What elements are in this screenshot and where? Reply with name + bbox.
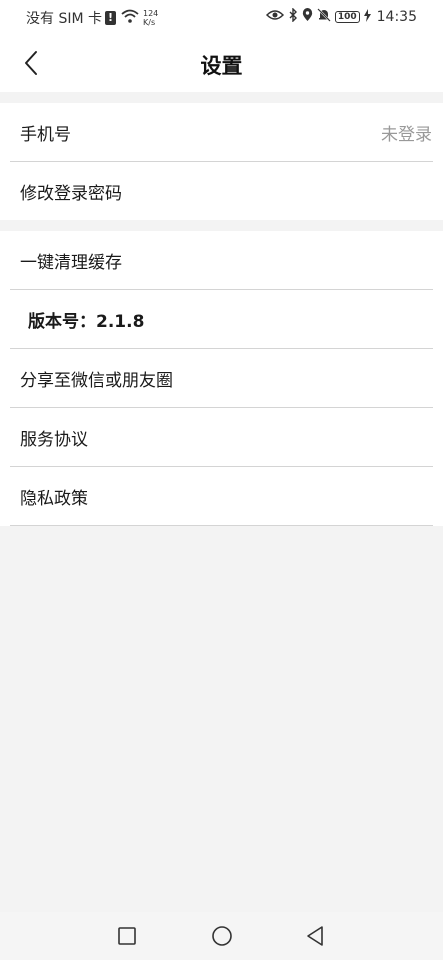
- location-icon: [302, 8, 313, 26]
- misc-group: 一键清理缓存 版本号：2.1.8 分享至微信或朋友圈 服务协议 隐私政策: [0, 231, 443, 526]
- phone-row[interactable]: 手机号 未登录: [10, 103, 433, 161]
- service-agreement-row[interactable]: 服务协议: [10, 408, 433, 466]
- privacy-policy-label: 隐私政策: [20, 488, 88, 509]
- carrier-text: 没有 SIM 卡: [26, 11, 102, 27]
- bluetooth-icon: [288, 7, 298, 26]
- sim-alert-icon: !: [105, 11, 116, 25]
- clear-cache-label: 一键清理缓存: [20, 252, 122, 273]
- service-agreement-label: 服务协议: [20, 429, 88, 450]
- network-speed: 124 K/s: [143, 9, 158, 27]
- triangle-back-icon: [307, 926, 323, 946]
- change-password-label: 修改登录密码: [20, 183, 122, 204]
- privacy-policy-row[interactable]: 隐私政策: [10, 467, 433, 525]
- version-label: 版本号：2.1.8: [28, 311, 145, 332]
- circle-home-icon: [212, 926, 232, 946]
- speed-value: 124: [143, 9, 159, 18]
- system-nav-bar: [0, 912, 443, 960]
- app-header: 设置: [0, 34, 443, 92]
- status-right: 100 14:35: [265, 7, 417, 26]
- eye-icon: [265, 9, 284, 25]
- wifi-icon: [121, 9, 139, 27]
- status-left: 没有 SIM 卡 ! 124 K/s: [26, 8, 158, 28]
- system-back-button[interactable]: [303, 924, 327, 948]
- share-row[interactable]: 分享至微信或朋友圈: [10, 349, 433, 407]
- settings-screen: 没有 SIM 卡 ! 124 K/s 100 14:35 设置 手机号 未登录 …: [0, 0, 443, 960]
- change-password-row[interactable]: 修改登录密码: [10, 162, 433, 220]
- charging-icon: [363, 8, 371, 26]
- phone-label: 手机号: [20, 124, 71, 145]
- recents-button[interactable]: [115, 924, 139, 948]
- share-label: 分享至微信或朋友圈: [20, 370, 173, 391]
- version-row: 版本号：2.1.8: [10, 290, 433, 348]
- mute-bell-icon: [317, 8, 331, 26]
- clock: 14:35: [376, 9, 417, 25]
- battery-icon: 100: [334, 11, 360, 23]
- account-group: 手机号 未登录 修改登录密码: [0, 103, 443, 220]
- status-bar: 没有 SIM 卡 ! 124 K/s 100 14:35: [0, 0, 443, 34]
- page-title: 设置: [200, 54, 243, 78]
- divider: [10, 525, 433, 526]
- speed-unit: K/s: [143, 18, 156, 27]
- home-button[interactable]: [210, 924, 234, 948]
- phone-value: 未登录: [381, 124, 432, 145]
- square-recents-icon: [118, 927, 136, 945]
- clear-cache-row[interactable]: 一键清理缓存: [10, 231, 433, 289]
